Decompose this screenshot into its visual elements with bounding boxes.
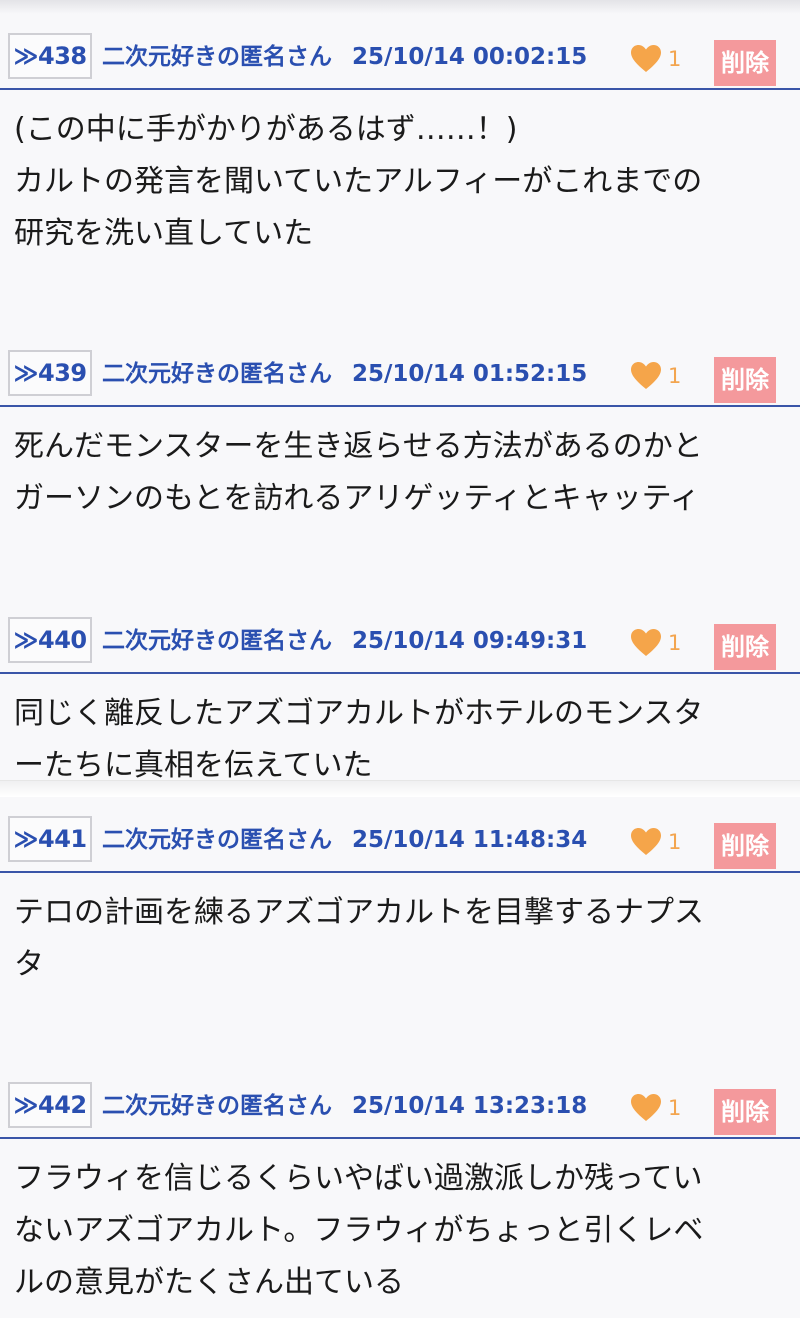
heart-icon[interactable] [630,361,662,391]
author-name[interactable]: 二次元好きの匿名さん [102,359,332,389]
thread-panel-bottom: ≫441 二次元好きの匿名さん 25/10/14 11:48:34 1 削除 テ… [0,797,800,1318]
panel-separator [0,781,800,797]
like-count: 1 [668,631,682,655]
reply-number-link[interactable]: ≫438 [8,33,92,79]
like-count: 1 [668,830,682,854]
post-body: 同じく離反したアズゴアカルトがホテルのモンスタ ーたちに真相を伝えていた [14,696,704,781]
author-name[interactable]: 二次元好きの匿名さん [102,42,332,72]
top-fade [0,0,800,14]
reply-number-link[interactable]: ≫441 [8,816,92,862]
post-body: テロの計画を練るアズゴアカルトを目撃するナプス タ [14,895,704,982]
post-header: ≫439 二次元好きの匿名さん 25/10/14 01:52:15 1 削除 [0,341,800,407]
post-date: 25/10/14 11:48:34 [352,827,588,853]
delete-button[interactable]: 削除 [714,624,776,670]
like-count: 1 [668,364,682,388]
heart-icon[interactable] [630,827,662,857]
delete-button[interactable]: 削除 [714,1089,776,1135]
reply-number-link[interactable]: ≫442 [8,1082,92,1128]
post-body: (この中に手がかりがあるはず……！) カルトの発言を聞いていたアルフィーがこれま… [14,112,703,251]
post-body: 死んだモンスターを生き返らせる方法があるのかと ガーソンのもとを訪れるアリゲッテ… [14,429,703,516]
thread-panel-top: ≫438 二次元好きの匿名さん 25/10/14 00:02:15 1 削除 (… [0,0,800,781]
like-count: 1 [668,1096,682,1120]
post-header: ≫442 二次元好きの匿名さん 25/10/14 13:23:18 1 削除 [0,1073,800,1139]
post-body: フラウィを信じるくらいやばい過激派しか残ってい ないアズゴアカルト。フラウィがち… [14,1161,704,1300]
like-count: 1 [668,47,682,71]
delete-button[interactable]: 削除 [714,40,776,86]
post-date: 25/10/14 13:23:18 [352,1093,588,1119]
heart-icon[interactable] [630,1093,662,1123]
post-header: ≫438 二次元好きの匿名さん 25/10/14 00:02:15 1 削除 [0,24,800,90]
heart-icon[interactable] [630,44,662,74]
post-date: 25/10/14 09:49:31 [352,628,588,654]
author-name[interactable]: 二次元好きの匿名さん [102,626,332,656]
author-name[interactable]: 二次元好きの匿名さん [102,1091,332,1121]
post-header: ≫440 二次元好きの匿名さん 25/10/14 09:49:31 1 削除 [0,608,800,674]
heart-icon[interactable] [630,628,662,658]
reply-number-link[interactable]: ≫440 [8,617,92,663]
delete-button[interactable]: 削除 [714,357,776,403]
reply-number-link[interactable]: ≫439 [8,350,92,396]
author-name[interactable]: 二次元好きの匿名さん [102,825,332,855]
post-header: ≫441 二次元好きの匿名さん 25/10/14 11:48:34 1 削除 [0,807,800,873]
post-date: 25/10/14 01:52:15 [352,361,588,387]
delete-button[interactable]: 削除 [714,823,776,869]
post-date: 25/10/14 00:02:15 [352,44,588,70]
